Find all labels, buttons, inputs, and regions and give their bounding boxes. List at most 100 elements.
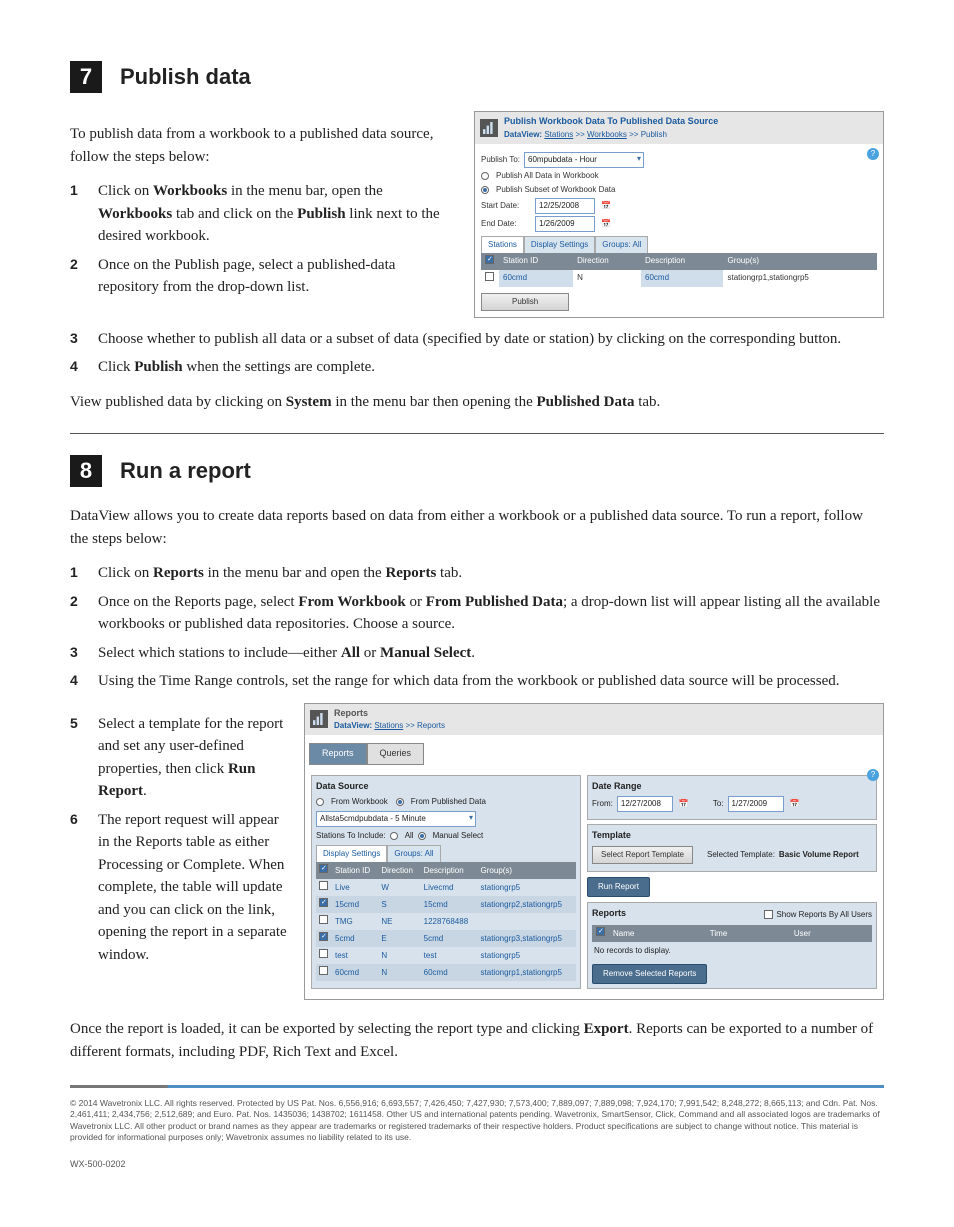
t: tab. bbox=[436, 565, 462, 581]
th-user: User bbox=[790, 925, 872, 942]
t: Select which stations to include—either bbox=[98, 645, 341, 661]
select-all-checkbox[interactable] bbox=[319, 864, 328, 873]
section7-step4: 4 Click Publish when the settings are co… bbox=[70, 356, 884, 379]
select-all-checkbox[interactable] bbox=[485, 255, 494, 264]
t: DataView: bbox=[504, 130, 544, 139]
step-text: Select a template for the report and set… bbox=[98, 713, 288, 803]
t: when the settings are complete. bbox=[183, 359, 375, 375]
t: Reports bbox=[153, 565, 204, 581]
section8-step3: 3 Select which stations to include—eithe… bbox=[70, 642, 884, 665]
template-panel: Template Select Report Template Selected… bbox=[587, 824, 877, 872]
tab-queries[interactable]: Queries bbox=[367, 743, 425, 765]
cell-description: 1228768488 bbox=[421, 913, 478, 930]
stations-include-label: Stations To Include: bbox=[316, 830, 386, 842]
row-checkbox[interactable] bbox=[319, 949, 328, 958]
cell-direction: S bbox=[378, 896, 420, 913]
radio-manual[interactable]: Manual Select bbox=[433, 830, 484, 842]
radio-all-label: Publish All Data in Workbook bbox=[496, 170, 599, 182]
section7-step3: 3 Choose whether to publish all data or … bbox=[70, 328, 884, 351]
row-checkbox[interactable] bbox=[319, 915, 328, 924]
cell-description: 5cmd bbox=[421, 930, 478, 947]
data-source-title: Data Source bbox=[316, 780, 576, 794]
run-report-button[interactable]: Run Report bbox=[587, 877, 650, 897]
calendar-icon[interactable]: 📅 bbox=[601, 218, 611, 230]
t: Workbooks bbox=[98, 206, 172, 222]
date-range-title: Date Range bbox=[592, 780, 872, 794]
remove-reports-button[interactable]: Remove Selected Reports bbox=[592, 964, 707, 984]
tab-display-settings[interactable]: Display Settings bbox=[316, 845, 387, 862]
table-row: 60cmd N 60cmd stationgrp1,stationgrp5 bbox=[481, 270, 877, 287]
crumb-workbooks[interactable]: Workbooks bbox=[587, 130, 627, 139]
from-date-input[interactable]: 12/27/2008 bbox=[617, 796, 673, 812]
radio-icon bbox=[481, 172, 489, 180]
app-header: Publish Workbook Data To Published Data … bbox=[475, 112, 883, 144]
end-date-input[interactable]: 1/26/2009 bbox=[535, 216, 595, 232]
radio-subset-label: Publish Subset of Workbook Data bbox=[496, 184, 615, 196]
source-select[interactable]: Allsta5cmdpubdata - 5 Minute bbox=[316, 811, 476, 827]
row-checkbox[interactable] bbox=[319, 966, 328, 975]
tab-stations[interactable]: Stations bbox=[481, 236, 524, 253]
breadcrumb: DataView: Stations >> Workbooks >> Publi… bbox=[504, 129, 718, 141]
cell-description: Livecmd bbox=[421, 879, 478, 896]
select-template-button[interactable]: Select Report Template bbox=[592, 846, 693, 864]
section8-header: 8 Run a report bbox=[70, 454, 884, 487]
publish-button[interactable]: Publish bbox=[481, 293, 569, 311]
t: Once on the Reports page, select bbox=[98, 594, 298, 610]
select-all-checkbox[interactable] bbox=[596, 927, 605, 936]
crumb-stations[interactable]: Stations bbox=[544, 130, 573, 139]
row-checkbox[interactable] bbox=[319, 932, 328, 941]
reports-app: Reports DataView: Stations >> Reports Re… bbox=[304, 703, 884, 1001]
publish-to-select[interactable]: 60mpubdata - Hour bbox=[524, 152, 644, 168]
reports-panel: Reports Show Reports By All Users Name bbox=[587, 902, 877, 990]
t: Workbooks bbox=[153, 183, 227, 199]
cell-groups bbox=[478, 913, 576, 930]
cell-station: TMG bbox=[332, 913, 378, 930]
section7-step2: 2 Once on the Publish page, select a pub… bbox=[70, 254, 458, 299]
section8-steps-1to4: 1 Click on Reports in the menu bar and o… bbox=[70, 562, 884, 693]
calendar-icon[interactable]: 📅 bbox=[790, 798, 800, 810]
step-num: 4 bbox=[70, 670, 98, 693]
footer-text: © 2014 Wavetronix LLC. All rights reserv… bbox=[70, 1098, 884, 1144]
section7-step1: 1 Click on Workbooks in the menu bar, op… bbox=[70, 180, 458, 248]
tab-display-settings[interactable]: Display Settings bbox=[524, 236, 595, 253]
cell-direction: W bbox=[378, 879, 420, 896]
radio-all-row[interactable]: Publish All Data in Workbook bbox=[481, 170, 877, 182]
tab-reports[interactable]: Reports bbox=[309, 743, 367, 765]
show-all-users-checkbox[interactable]: Show Reports By All Users bbox=[764, 909, 872, 921]
divider bbox=[70, 433, 884, 434]
radio-icon bbox=[418, 832, 426, 840]
start-date-input[interactable]: 12/25/2008 bbox=[535, 198, 595, 214]
row-checkbox[interactable] bbox=[319, 898, 328, 907]
cell-station: 5cmd bbox=[332, 930, 378, 947]
tab-groups[interactable]: Groups: All bbox=[595, 236, 648, 253]
section8-intro: DataView allows you to create data repor… bbox=[70, 505, 884, 550]
row-checkbox[interactable] bbox=[319, 881, 328, 890]
cell-station: test bbox=[332, 947, 378, 964]
th-groups: Group(s) bbox=[478, 862, 576, 879]
step-num: 1 bbox=[70, 180, 98, 248]
table-row: 5cmdE5cmdstationgrp3,stationgrp5 bbox=[316, 930, 576, 947]
t: . bbox=[143, 783, 147, 799]
row-checkbox[interactable] bbox=[485, 272, 494, 281]
th-station: Station ID bbox=[332, 862, 378, 879]
section8-step6: 6 The report request will appear in the … bbox=[70, 809, 288, 967]
crumb-stations[interactable]: Stations bbox=[374, 721, 403, 730]
tab-groups[interactable]: Groups: All bbox=[387, 845, 440, 862]
calendar-icon[interactable]: 📅 bbox=[679, 798, 689, 810]
cell-direction: N bbox=[573, 270, 641, 287]
section7-title: Publish data bbox=[120, 60, 251, 93]
publish-app-body: ? Publish To: 60mpubdata - Hour Publish … bbox=[475, 144, 883, 317]
to-date-input[interactable]: 1/27/2009 bbox=[728, 796, 784, 812]
radio-all[interactable]: All bbox=[405, 830, 414, 842]
stations-table: Station ID Direction Description Group(s… bbox=[316, 862, 576, 981]
radio-subset-row[interactable]: Publish Subset of Workbook Data bbox=[481, 184, 877, 196]
help-icon[interactable]: ? bbox=[867, 769, 879, 781]
radio-from-published[interactable]: From Published Data bbox=[411, 796, 486, 808]
help-icon[interactable]: ? bbox=[867, 148, 879, 160]
table-row: testNteststationgrp5 bbox=[316, 947, 576, 964]
t: Manual Select bbox=[380, 645, 471, 661]
cell-groups: stationgrp2,stationgrp5 bbox=[478, 896, 576, 913]
step-num: 3 bbox=[70, 642, 98, 665]
calendar-icon[interactable]: 📅 bbox=[601, 200, 611, 212]
radio-from-workbook[interactable]: From Workbook bbox=[331, 796, 388, 808]
